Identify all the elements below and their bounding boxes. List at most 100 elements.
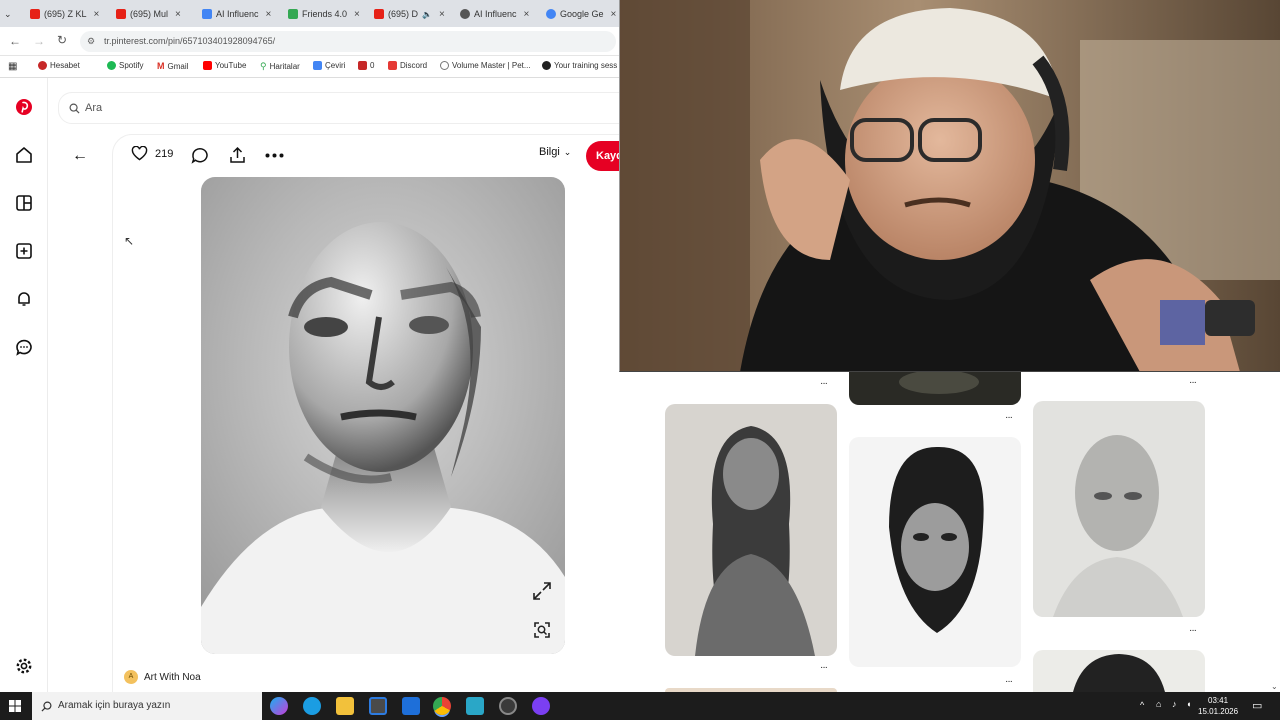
close-icon[interactable]: × <box>94 9 100 20</box>
bookmark[interactable]: Hesabet <box>38 61 80 70</box>
network-icon[interactable]: ⌂ <box>1156 699 1161 709</box>
github-icon <box>542 61 551 70</box>
speaker-icon: 🔈 <box>422 9 432 19</box>
bookmarks-bar: ▦ Hesabet Spotify M Gmail YouTube ⚲ Harita… <box>0 56 620 78</box>
bookmark[interactable]: Your training sess <box>542 61 617 70</box>
woman-portrait-thumbnail <box>695 426 815 656</box>
pin-more-icon[interactable]: ··· <box>820 662 828 673</box>
spotify-icon <box>107 61 116 70</box>
chevron-down-icon: ⌄ <box>563 146 572 157</box>
avatar: A <box>124 670 138 684</box>
back-arrow-icon[interactable]: ← <box>9 34 21 48</box>
settings-gear-icon[interactable] <box>14 656 34 676</box>
bookmark-favicon-icon <box>38 61 47 70</box>
more-options-icon[interactable] <box>265 153 284 158</box>
pin-image[interactable] <box>201 177 565 654</box>
explore-icon[interactable] <box>14 193 34 213</box>
sheet-icon <box>288 9 298 19</box>
taskbar-search-input[interactable]: Aramak için buraya yazın <box>32 692 262 720</box>
bookmark[interactable]: Discord <box>388 61 427 70</box>
obs-icon[interactable] <box>499 697 517 715</box>
store-icon[interactable] <box>369 697 387 715</box>
pinterest-logo-icon[interactable] <box>14 97 34 117</box>
edge-icon[interactable] <box>303 697 321 715</box>
chrome-icon[interactable] <box>433 697 451 715</box>
tray-chevron-up-icon[interactable]: ^ <box>1140 700 1144 710</box>
gmail-icon: M <box>157 61 165 71</box>
pin-more-icon[interactable]: ··· <box>1189 625 1197 636</box>
search-input[interactable]: Ara <box>58 92 620 124</box>
tab-list-button[interactable]: ⌄ <box>4 4 12 24</box>
like-button[interactable]: 219 <box>131 146 173 161</box>
search-icon <box>41 701 52 712</box>
expand-icon[interactable] <box>531 580 553 602</box>
browser-tab[interactable]: Google Ge × <box>546 4 620 24</box>
back-arrow-icon[interactable]: ← <box>72 147 88 165</box>
browser-tab[interactable]: Friends 4.0 × <box>288 4 366 24</box>
bookmark[interactable]: M Gmail <box>157 61 188 71</box>
chevron-down-icon: ⌄ <box>4 8 12 19</box>
microphone-icon[interactable]: ♪ <box>1172 699 1177 709</box>
close-icon[interactable]: × <box>354 9 360 20</box>
browser-tab[interactable]: AI Influenc × <box>202 4 280 24</box>
messages-icon[interactable] <box>14 337 34 357</box>
pin-more-icon[interactable]: ··· <box>1005 412 1013 423</box>
forward-arrow-icon[interactable]: → <box>33 34 45 48</box>
notification-icon[interactable]: ▭ <box>1252 699 1262 712</box>
related-pin-image[interactable] <box>1033 401 1205 617</box>
related-pin-image[interactable] <box>849 372 1021 405</box>
copilot-icon[interactable] <box>270 697 288 715</box>
file-explorer-icon[interactable] <box>336 697 354 715</box>
discord-icon <box>388 61 397 70</box>
bookmark[interactable]: Volume Master | Pet... <box>440 61 531 70</box>
create-icon[interactable] <box>14 241 34 261</box>
bookmark[interactable]: 0 <box>358 61 374 70</box>
hair-sketch-thumbnail <box>1073 654 1165 692</box>
bookmark[interactable]: Spotify <box>107 61 143 70</box>
related-pin-image[interactable] <box>1033 650 1205 692</box>
browser-tab[interactable]: (695) Mul × <box>116 4 194 24</box>
home-icon[interactable] <box>14 145 34 165</box>
comment-icon[interactable] <box>191 147 209 164</box>
save-button[interactable]: Kaydet <box>586 141 620 171</box>
pin-more-icon[interactable]: ··· <box>1005 676 1013 687</box>
close-icon[interactable]: × <box>439 9 445 20</box>
close-icon[interactable]: × <box>611 9 617 20</box>
bookmark[interactable]: YouTube <box>203 61 246 70</box>
bookmark[interactable]: Çeviri <box>313 61 345 70</box>
app-icon[interactable] <box>532 697 550 715</box>
info-dropdown[interactable]: Bilgi ⌄ <box>539 146 571 158</box>
pin-author[interactable]: A Art With Noa <box>124 670 201 684</box>
close-icon[interactable]: × <box>524 9 530 20</box>
windows-start-icon[interactable] <box>9 700 21 712</box>
related-pin-image[interactable] <box>665 404 837 656</box>
apps-grid-icon[interactable]: ▦ <box>8 61 17 72</box>
share-icon[interactable] <box>229 146 246 164</box>
related-pin-image[interactable] <box>849 437 1021 667</box>
browser-tab[interactable]: (695) Z KL × <box>30 4 108 24</box>
gemini-icon <box>546 9 556 19</box>
system-clock[interactable]: 03:41 15.01.2026 <box>1198 695 1238 717</box>
browser-tab[interactable]: (695) D 🔈 × <box>374 4 452 24</box>
volume-icon[interactable]: ◖ <box>1186 699 1191 709</box>
reload-icon[interactable]: ↻ <box>57 33 67 47</box>
browser-tab-bar: ⌄ (695) Z KL × (695) Mul × AI Influenc × Fr… <box>0 0 620 27</box>
close-icon[interactable]: × <box>175 9 181 20</box>
browser-tab[interactable]: AI Influenc × <box>460 4 538 24</box>
bell-icon[interactable] <box>14 289 34 309</box>
bookmark[interactable]: ⚲ Haritalar <box>260 61 300 72</box>
pin-more-icon[interactable]: ··· <box>1189 377 1197 388</box>
close-icon[interactable]: × <box>266 9 272 20</box>
site-info-icon[interactable]: ⚙ <box>87 31 95 52</box>
old-man-portrait-thumbnail <box>1053 435 1183 617</box>
pin-more-icon[interactable]: ··· <box>820 378 828 389</box>
notepad-icon[interactable] <box>466 697 484 715</box>
visual-search-icon[interactable] <box>531 619 553 641</box>
dark-sketch-thumbnail <box>899 372 979 394</box>
url-field[interactable]: ⚙ tr.pinterest.com/pin/65710340192809476… <box>80 31 616 52</box>
man-portrait-thumbnail <box>889 446 984 633</box>
author-name: Art With Noa <box>144 671 201 683</box>
mail-icon[interactable] <box>402 697 420 715</box>
scroll-down-icon[interactable]: ⌄ <box>1271 682 1278 691</box>
openai-icon <box>460 9 470 19</box>
